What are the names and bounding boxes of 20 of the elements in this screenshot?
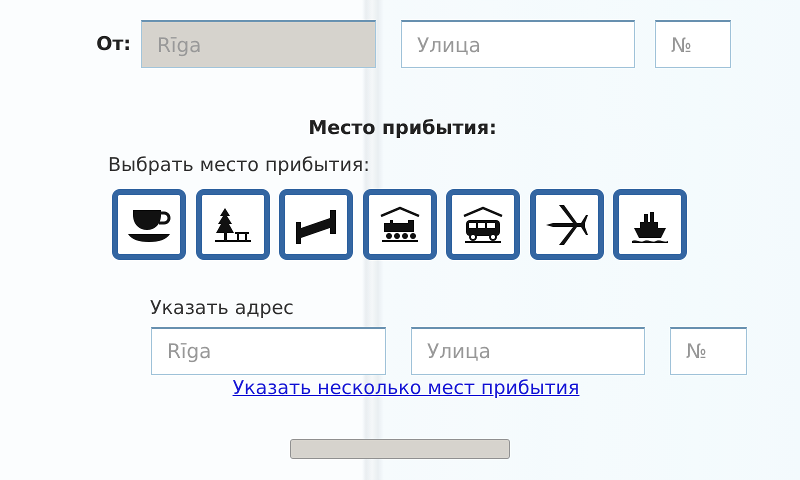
address-label: Указать адрес [150,298,294,319]
button[interactable] [290,439,510,460]
place-button[interactable] [613,189,687,260]
place-button[interactable] [279,189,353,260]
place-button[interactable] [196,189,270,260]
number-field[interactable]: № [655,20,731,68]
section-title: Место прибытия: [307,116,498,141]
place-button[interactable] [112,189,186,260]
place-button[interactable] [530,189,604,260]
street-field[interactable]: Улица [411,326,645,374]
add-destinations-link[interactable]: Указать несколько мест прибытия [232,376,580,398]
number-field[interactable]: № [670,326,747,374]
choose-label: Выбрать место прибытия: [108,152,370,178]
place-button[interactable] [446,189,520,260]
bus-icon [461,204,505,246]
street-field[interactable]: Улица [401,20,635,68]
from-label: От: [95,32,132,57]
place-button[interactable] [362,189,436,260]
city-field[interactable]: Rīga [151,326,386,374]
airplane-icon [544,204,588,246]
